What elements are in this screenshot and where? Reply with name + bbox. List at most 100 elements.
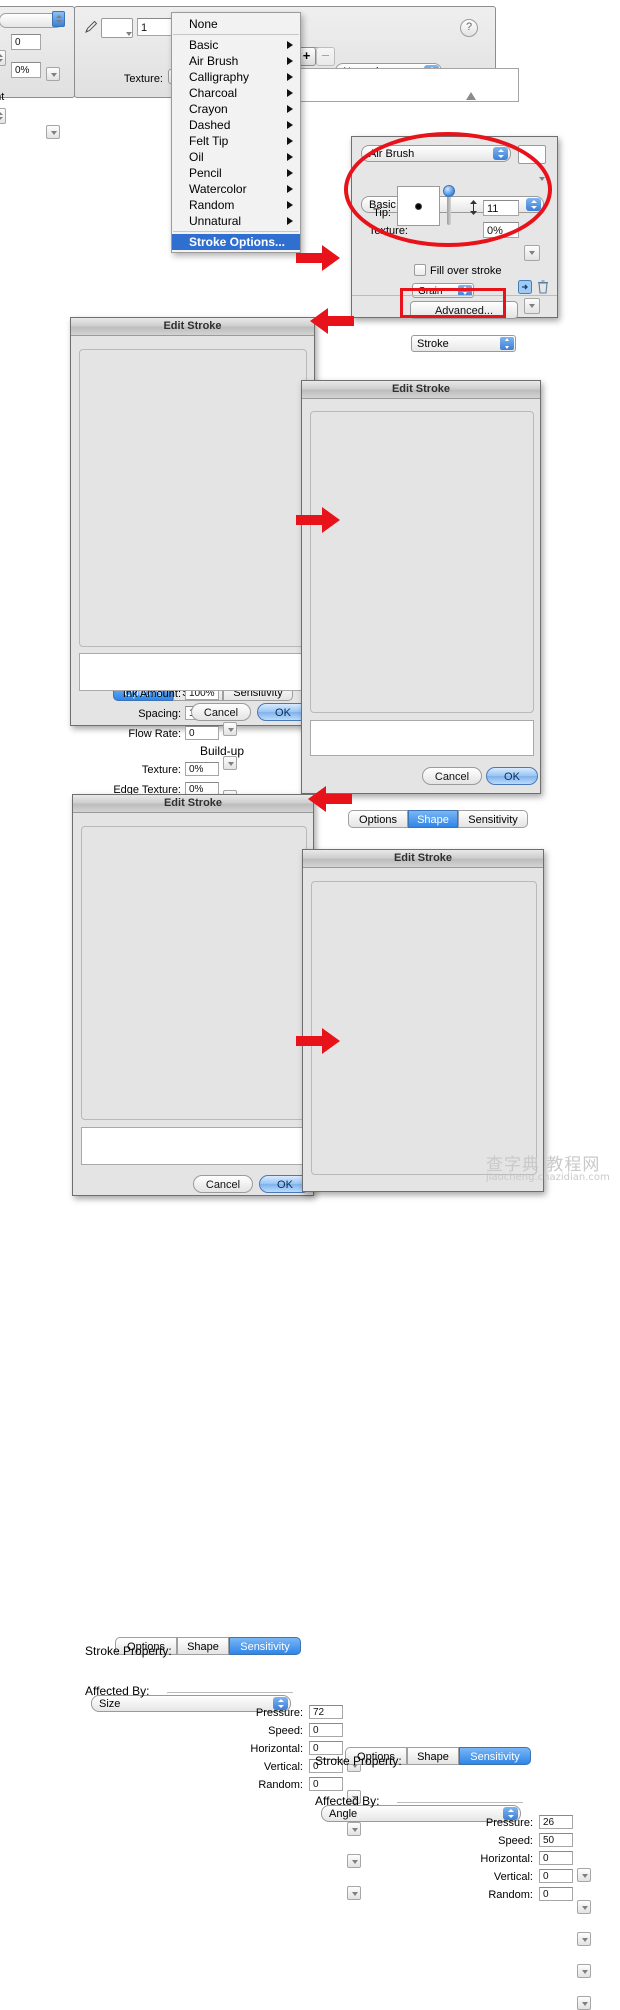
shape-ok-button[interactable]: OK [486,767,538,785]
sens-size-speed-field[interactable]: 0 [309,1723,343,1737]
sens-angle-speed-field[interactable]: 50 [539,1833,573,1847]
menu-item-charcoal[interactable]: Charcoal [172,85,300,101]
sens-angle-pressure-dropdown[interactable] [577,1868,591,1882]
toolbar-partial-label: ent [0,91,5,103]
sens-angle-speed-dropdown[interactable] [577,1900,591,1914]
sens-angle-pressure-field[interactable]: 26 [539,1815,573,1829]
menu-item-label: Pencil [189,166,222,180]
sens-size-property-label: Stroke Property: [85,1644,172,1658]
submenu-arrow-icon [287,185,293,193]
sens-size-affected-rule [167,1692,293,1693]
options-cancel-label: Cancel [203,707,239,719]
sens-size-affected-label: Affected By: [85,1684,150,1698]
sens-angle-affected-rule [397,1802,523,1803]
menu-item-crayon[interactable]: Crayon [172,101,300,117]
menu-item-calligraphy[interactable]: Calligraphy [172,69,300,85]
sens-size-random-field[interactable]: 0 [309,1777,343,1791]
sens-angle-tab-group [311,881,537,1175]
texture-label: Texture: [141,764,181,776]
sens-angle-horizontal-field[interactable]: 0 [539,1851,573,1865]
menu-item-label: Air Brush [189,54,239,68]
sens-size-horizontal-field[interactable]: 0 [309,1741,343,1755]
menu-item-none[interactable]: None [172,16,300,32]
texture-field[interactable]: 0% [185,762,219,776]
tab-sensitivity[interactable]: Sensitivity [459,1747,531,1765]
tab-shape[interactable]: Shape [408,810,458,828]
tab-label: Sensitivity [240,1641,290,1653]
options-dialog-title: Edit Stroke [71,318,314,336]
tab-label: Shape [187,1641,219,1653]
sens-size-horizontal-dropdown[interactable] [347,1822,361,1836]
help-icon[interactable]: ? [460,19,478,37]
menu-item-felt-tip[interactable]: Felt Tip [172,133,300,149]
menu-item-pencil[interactable]: Pencil [172,165,300,181]
submenu-arrow-icon [287,73,293,81]
sens-angle-property-value: Angle [329,1808,358,1820]
edit-stroke-shape-dialog: Edit Stroke Options Shape Sensitivity Sq… [301,380,541,828]
menu-item-air-brush[interactable]: Air Brush [172,53,300,69]
menu-item-unnatural[interactable]: Unnatural [172,213,300,229]
remove-button[interactable]: – [316,47,335,66]
menu-item-random[interactable]: Random [172,197,300,213]
menu-item-basic[interactable]: Basic [172,37,300,53]
sens-angle-horizontal-label: Horizontal: [480,1853,533,1865]
panel-texture-pct-dropdown[interactable] [524,298,540,314]
tab-shape[interactable]: Shape [407,1747,459,1765]
menu-item-label: Stroke Options... [189,235,286,249]
toolbar-field-1-dropdown[interactable] [46,125,60,139]
sens-size-vertical-dropdown[interactable] [347,1854,361,1868]
stroke-color-dropdown[interactable] [122,27,133,38]
tab-sensitivity[interactable]: Sensitivity [458,810,528,828]
tab-sensitivity[interactable]: Sensitivity [229,1637,301,1655]
sens-size-pressure-field[interactable]: 72 [309,1705,343,1719]
spacing-dropdown[interactable] [223,756,237,770]
toolbar-field-1[interactable]: 0% [11,62,41,78]
sens-angle-dialog-title: Edit Stroke [303,850,543,868]
shape-cancel-button[interactable]: Cancel [422,767,482,785]
stepper-1[interactable] [0,108,6,124]
menu-item-dashed[interactable]: Dashed [172,117,300,133]
add-button-label: + [302,48,311,63]
flow-rate-field[interactable]: 0 [185,726,219,740]
stroke-position-popup[interactable]: Stroke Centered [411,335,516,352]
brush-category-menu[interactable]: None Basic Air Brush Calligraphy Charcoa… [171,12,301,253]
options-stroke-preview [79,653,307,691]
scroll-up-icon[interactable] [465,91,477,101]
trash-icon[interactable] [537,280,549,294]
menu-item-oil[interactable]: Oil [172,149,300,165]
sens-angle-random-field[interactable]: 0 [539,1887,573,1901]
sens-angle-random-dropdown[interactable] [577,1996,591,2010]
edit-stroke-sensitivity-angle-dialog: Edit Stroke Options Shape Sensitivity St… [302,849,591,2010]
toolbar-field-0[interactable]: 0 [11,34,41,50]
submenu-arrow-icon [287,217,293,225]
sens-size-random-dropdown[interactable] [347,1886,361,1900]
tab-shape[interactable]: Shape [177,1637,229,1655]
options-ok-label: OK [275,707,291,719]
menu-item-watercolor[interactable]: Watercolor [172,181,300,197]
watermark-line2: jiaocheng.chazidian.com [486,1172,610,1183]
toolbar-field-0-dropdown[interactable] [46,67,60,81]
sens-angle-vertical-field[interactable]: 0 [539,1869,573,1883]
annotation-arrow-to-brush-panel [296,245,340,271]
sens-angle-vertical-label: Vertical: [493,1871,533,1883]
ink-amount-dropdown[interactable] [223,722,237,736]
fill-over-stroke-checkbox[interactable] [414,264,426,276]
menu-item-label: Felt Tip [189,134,229,148]
menu-item-stroke-options[interactable]: Stroke Options... [172,234,300,250]
menu-item-label: Dashed [189,118,231,132]
annotation-arrow-to-shape-dialog [296,507,340,533]
tab-options[interactable]: Options [348,810,408,828]
sens-size-random-label: Random: [258,1779,303,1791]
sens-angle-random-label: Random: [488,1889,533,1901]
sens-size-vertical-label: Vertical: [263,1761,303,1773]
sens-angle-horizontal-dropdown[interactable] [577,1932,591,1946]
menu-item-label: Oil [189,150,204,164]
import-icon[interactable] [518,280,532,294]
brush-size-value-dropdown[interactable] [524,245,540,261]
options-cancel-button[interactable]: Cancel [191,703,251,721]
stepper-0[interactable] [0,50,6,66]
sens-size-cancel-button[interactable]: Cancel [193,1175,253,1193]
toolbar-left-slider-stepper[interactable] [52,11,65,27]
sens-angle-vertical-dropdown[interactable] [577,1964,591,1978]
shape-tabbar[interactable]: Options Shape Sensitivity [348,810,528,828]
